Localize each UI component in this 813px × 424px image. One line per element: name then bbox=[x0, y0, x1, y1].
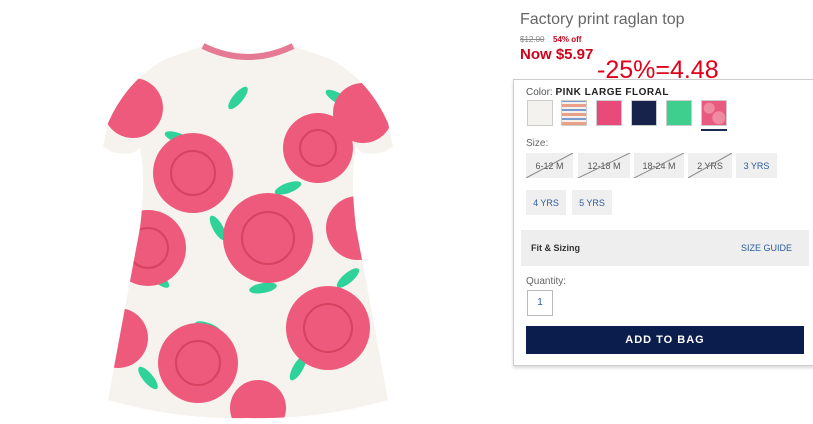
selected-color-name: PINK LARGE FLORAL bbox=[555, 87, 669, 98]
size-option[interactable]: 4 YRS bbox=[526, 190, 566, 215]
handwritten-annotation: -25%=4.48 bbox=[597, 56, 719, 84]
selected-swatch-indicator bbox=[701, 129, 727, 131]
original-price: $12.00 bbox=[520, 35, 545, 44]
discount-badge: 54% off bbox=[553, 35, 582, 44]
swatch-stripe[interactable] bbox=[561, 100, 587, 126]
size-option[interactable]: 6-12 M bbox=[526, 153, 573, 178]
swatch-pink[interactable] bbox=[596, 100, 622, 126]
unavailable-strike bbox=[578, 153, 630, 178]
color-label-text: Color: bbox=[526, 87, 553, 98]
size-option[interactable]: 3 YRS bbox=[736, 153, 777, 178]
add-to-bag-button[interactable]: ADD TO BAG bbox=[526, 326, 804, 354]
swatch-green[interactable] bbox=[666, 100, 692, 126]
size-option[interactable]: 12-18 M bbox=[578, 153, 630, 178]
swatch-navy[interactable] bbox=[631, 100, 657, 126]
size-label: Size: bbox=[526, 138, 549, 149]
swatch-pink-floral[interactable] bbox=[701, 100, 727, 126]
product-image bbox=[103, 43, 393, 419]
size-guide-link[interactable]: SIZE GUIDE bbox=[741, 243, 792, 253]
purchase-panel bbox=[513, 79, 813, 366]
unavailable-strike bbox=[526, 153, 573, 178]
size-option[interactable]: 5 YRS bbox=[572, 190, 612, 215]
color-label: Color: PINK LARGE FLORAL bbox=[526, 87, 669, 98]
fit-sizing-label: Fit & Sizing bbox=[531, 243, 580, 253]
size-option-label: 5 YRS bbox=[579, 197, 605, 208]
quantity-input[interactable]: 1 bbox=[527, 290, 553, 316]
product-title: Factory print raglan top bbox=[520, 11, 685, 28]
quantity-label: Quantity: bbox=[526, 276, 567, 287]
size-option-label: 4 YRS bbox=[533, 197, 559, 208]
size-option[interactable]: 2 YRS bbox=[688, 153, 732, 178]
sale-price: Now $5.97 bbox=[520, 46, 594, 63]
unavailable-strike bbox=[634, 153, 684, 178]
unavailable-strike bbox=[688, 153, 732, 178]
swatch-white[interactable] bbox=[527, 100, 553, 126]
size-option[interactable]: 18-24 M bbox=[634, 153, 684, 178]
size-option-label: 3 YRS bbox=[743, 160, 770, 171]
